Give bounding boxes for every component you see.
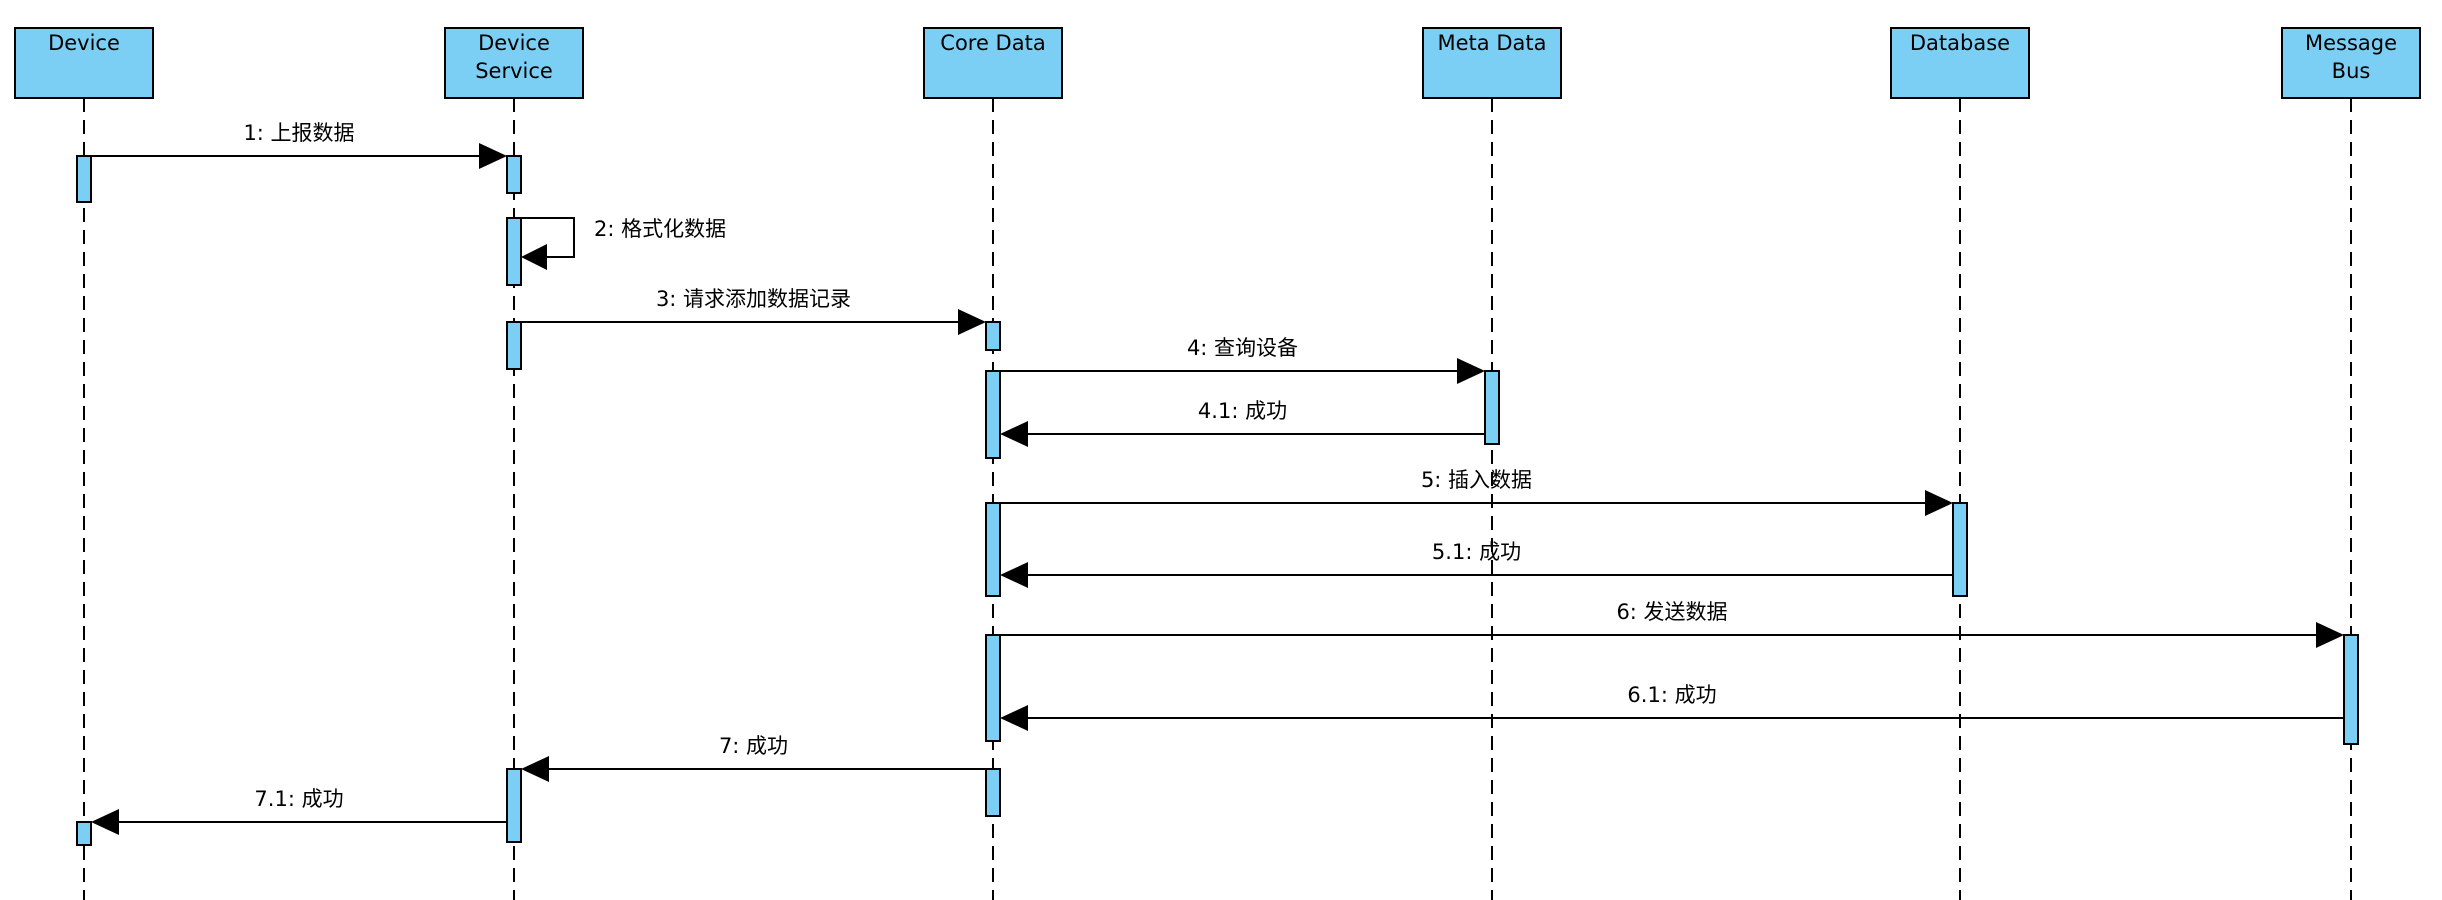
- activation-bar: [506, 321, 522, 370]
- participant-label: Device: [48, 31, 120, 55]
- message-label: 1: 上报数据: [243, 121, 354, 145]
- participant-device-service[interactable]: Device Service: [444, 27, 584, 99]
- message-label: 4.1: 成功: [1198, 399, 1287, 423]
- activation-bar: [985, 370, 1001, 459]
- participant-label: Service: [475, 59, 553, 83]
- arrowhead-icon: [521, 244, 547, 270]
- message-9[interactable]: 6.1: 成功: [1000, 683, 2344, 731]
- message-label: 6: 发送数据: [1616, 600, 1727, 624]
- activation-bar: [1484, 370, 1500, 445]
- activation-bar: [506, 217, 522, 286]
- sequence-diagram: Device Device Service Core Data Meta Data Dat…: [14, 27, 2421, 900]
- message-6[interactable]: 5: 插入数据: [1000, 468, 1953, 516]
- arrowhead-icon: [91, 809, 119, 835]
- arrowhead-icon: [1000, 562, 1028, 588]
- message-8[interactable]: 6: 发送数据: [1000, 600, 2344, 648]
- message-label: 7: 成功: [719, 734, 788, 758]
- participant-device[interactable]: Device: [14, 27, 154, 99]
- arrowhead-icon: [1457, 358, 1485, 384]
- arrowhead-icon: [521, 756, 549, 782]
- arrowhead-icon: [479, 143, 507, 169]
- message-5[interactable]: 4.1: 成功: [1000, 399, 1485, 447]
- activation-bar: [985, 321, 1001, 351]
- activation-bar: [2343, 634, 2359, 745]
- activation-bar: [1952, 502, 1968, 597]
- activation-bar: [506, 768, 522, 843]
- participant-core-data[interactable]: Core Data: [923, 27, 1063, 99]
- arrowhead-icon: [1925, 490, 1953, 516]
- message-label: 4: 查询设备: [1187, 336, 1298, 360]
- message-label: 5: 插入数据: [1421, 468, 1532, 492]
- message-label: 2: 格式化数据: [594, 217, 726, 241]
- participant-label: Meta Data: [1438, 31, 1547, 55]
- message-10[interactable]: 7: 成功: [521, 734, 986, 782]
- participant-label: Device: [478, 31, 550, 55]
- message-3[interactable]: 3: 请求添加数据记录: [521, 287, 986, 335]
- message-2[interactable]: 2: 格式化数据: [521, 217, 726, 270]
- message-11[interactable]: 7.1: 成功: [91, 787, 507, 835]
- arrowhead-icon: [958, 309, 986, 335]
- message-label: 6.1: 成功: [1627, 683, 1716, 707]
- message-4[interactable]: 4: 查询设备: [1000, 336, 1485, 384]
- participant-meta-data[interactable]: Meta Data: [1422, 27, 1562, 99]
- arrowhead-icon: [1000, 421, 1028, 447]
- activation-bar: [76, 155, 92, 203]
- activation-bar: [985, 502, 1001, 597]
- message-7[interactable]: 5.1: 成功: [1000, 540, 1953, 588]
- arrowhead-icon: [1000, 705, 1028, 731]
- participant-database[interactable]: Database: [1890, 27, 2030, 99]
- activation-bar: [76, 821, 92, 846]
- message-line: [521, 217, 575, 258]
- activation-bar: [506, 155, 522, 194]
- activation-bar: [985, 634, 1001, 742]
- participant-label: Bus: [2332, 59, 2371, 83]
- message-1[interactable]: 1: 上报数据: [91, 121, 507, 169]
- message-label: 3: 请求添加数据记录: [656, 287, 851, 311]
- activation-bar: [985, 768, 1001, 817]
- participant-label: Core Data: [940, 31, 1045, 55]
- message-label: 5.1: 成功: [1432, 540, 1521, 564]
- participant-label: Database: [1910, 31, 2010, 55]
- participant-label: Message: [2305, 31, 2397, 55]
- message-label: 7.1: 成功: [254, 787, 343, 811]
- arrowhead-icon: [2316, 622, 2344, 648]
- participant-message-bus[interactable]: Message Bus: [2281, 27, 2421, 99]
